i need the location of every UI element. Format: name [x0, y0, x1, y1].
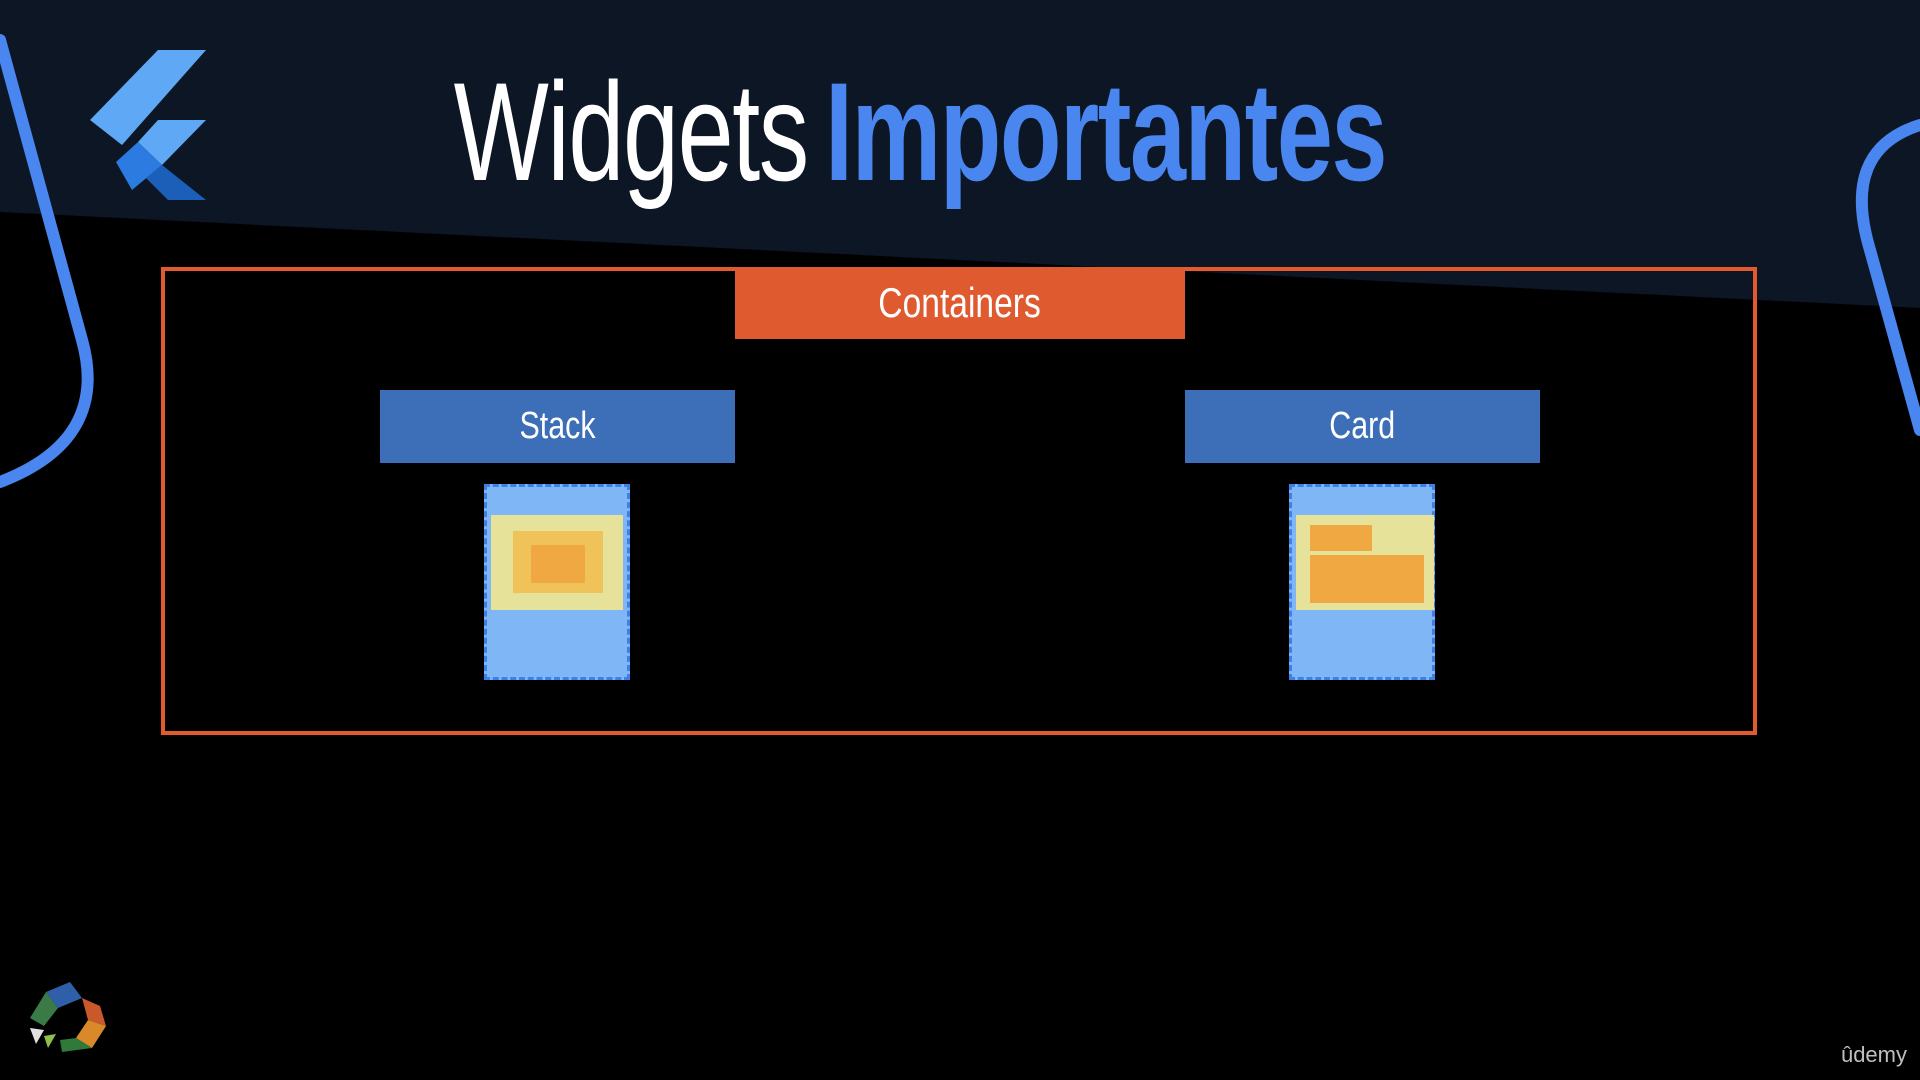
card-label-text: Card: [1329, 405, 1396, 447]
slide-title: Widgets Importantes: [0, 52, 1920, 212]
stack-label: Stack: [380, 390, 735, 463]
stack-illustration: [484, 484, 630, 680]
card-illustration: [1289, 484, 1435, 680]
course-logo-icon: [30, 982, 106, 1052]
card-body-block: [1310, 555, 1424, 603]
containers-label-text: Containers: [878, 279, 1042, 326]
udemy-watermark: ûdemy: [1840, 1042, 1907, 1067]
containers-label: Containers: [735, 267, 1185, 339]
stack-layer-inner: [531, 545, 585, 583]
title-word-1: Widgets: [453, 53, 808, 210]
card-label: Card: [1185, 390, 1540, 463]
title-word-2: Importantes: [825, 53, 1388, 210]
stack-label-text: Stack: [519, 405, 596, 447]
card-header-block: [1310, 525, 1372, 551]
